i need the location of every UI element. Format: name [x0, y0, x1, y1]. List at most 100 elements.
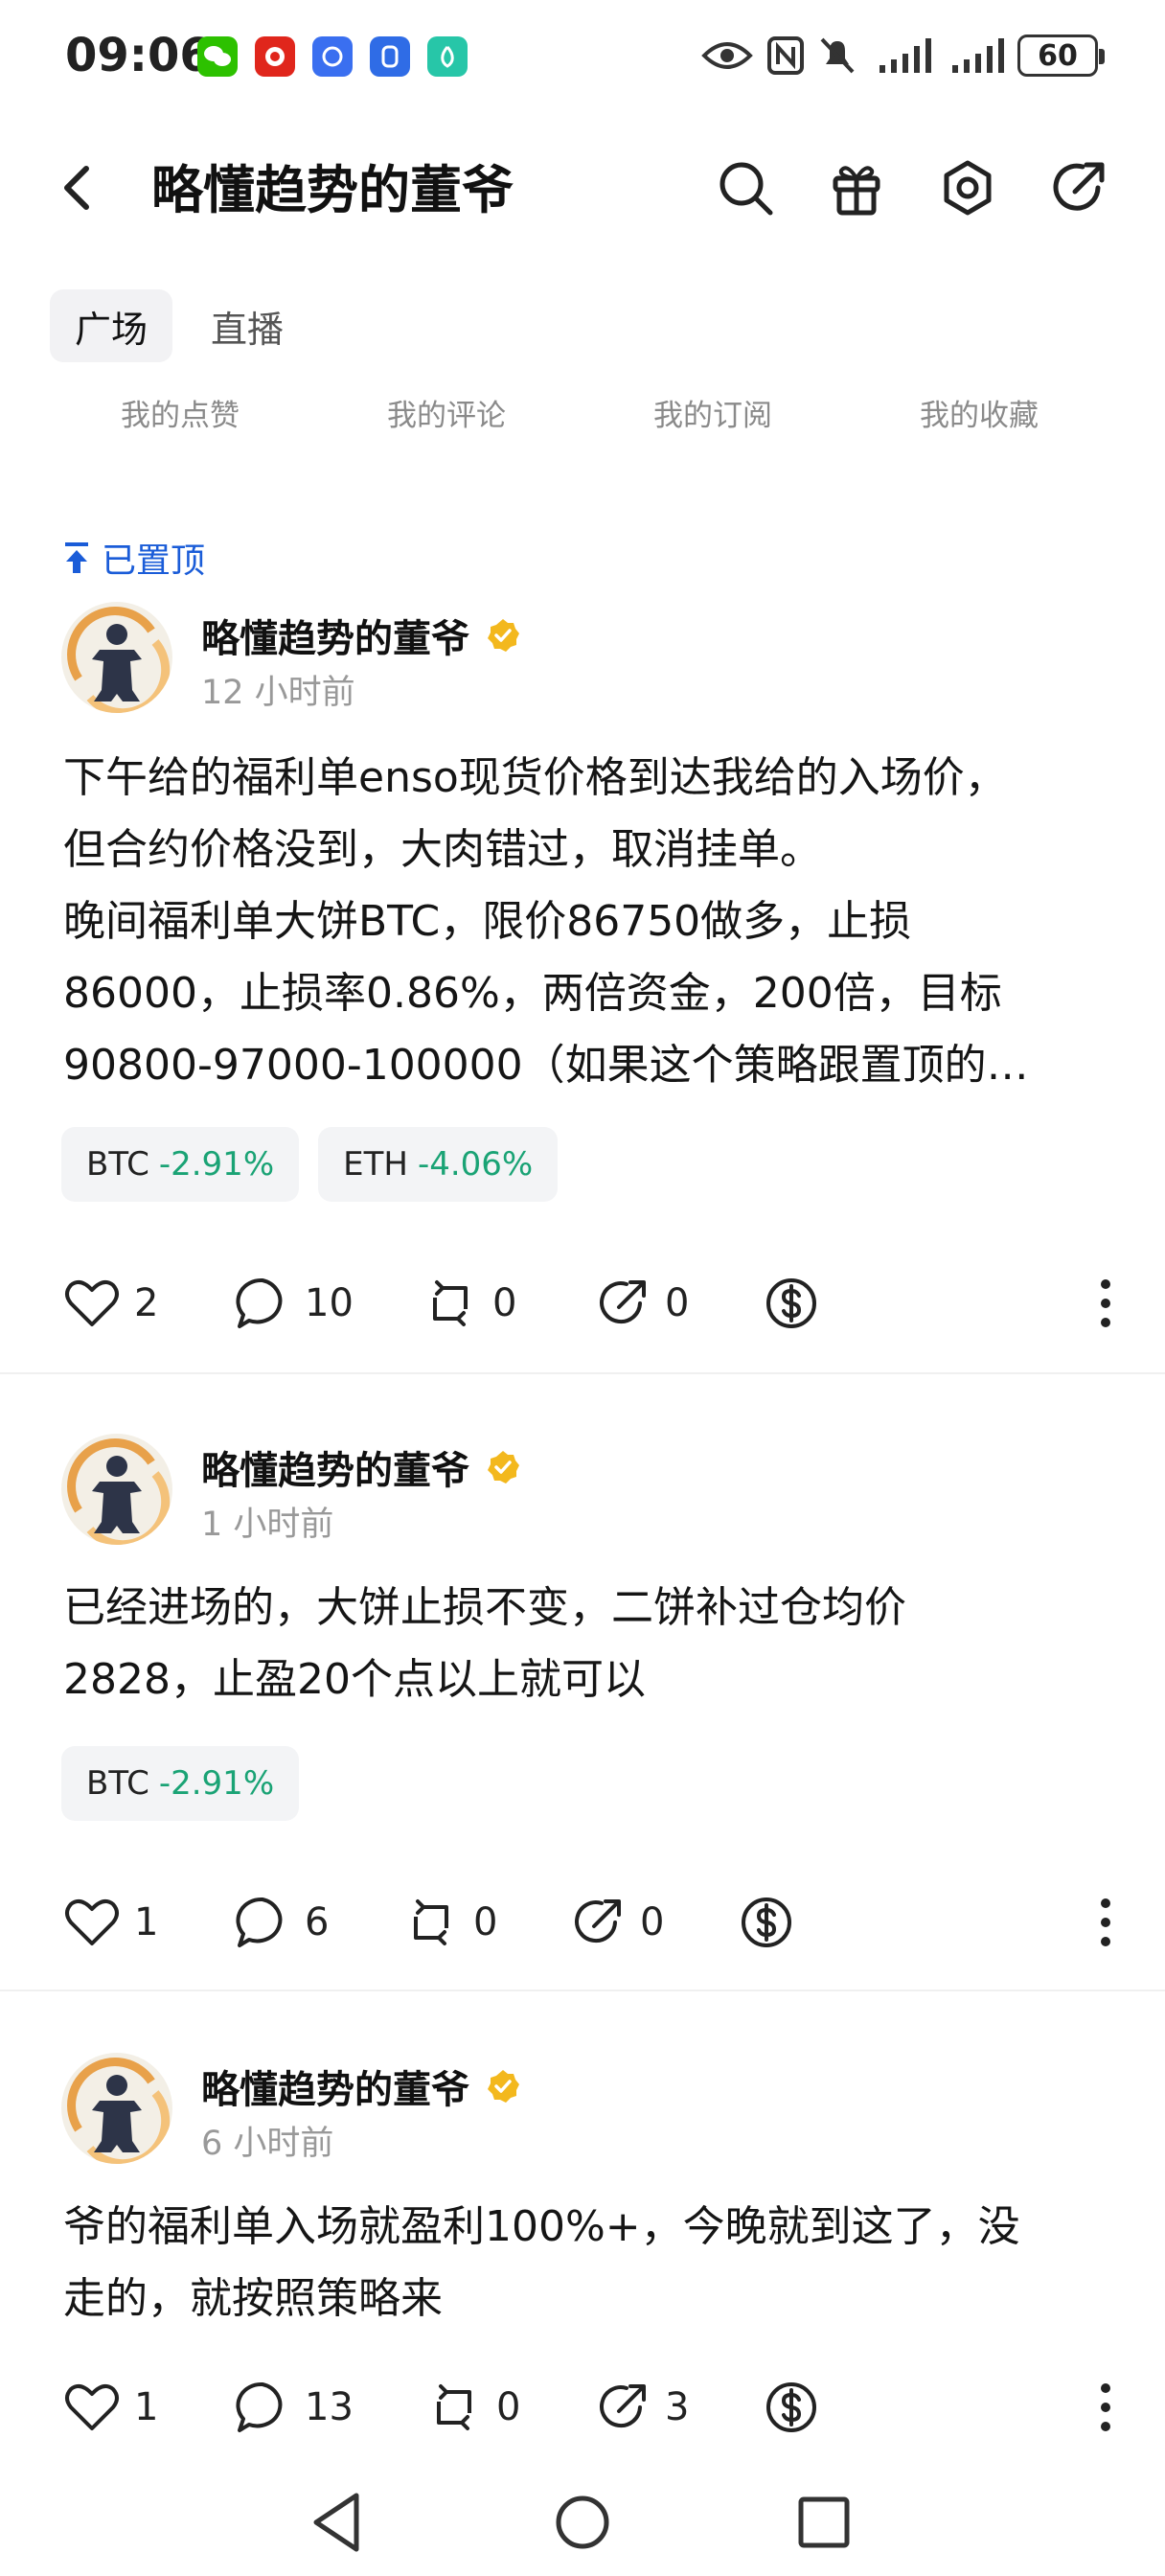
avatar[interactable]: [61, 602, 172, 713]
like-button[interactable]: 1: [63, 1894, 158, 1951]
post-content[interactable]: 爷的福利单入场就盈利100%+，今晚就到这了，没 走的，就按照策略来: [63, 2191, 1108, 2334]
gift-icon[interactable]: [826, 157, 887, 218]
repost-button[interactable]: 0: [402, 1894, 497, 1951]
divider: [0, 1372, 1165, 1374]
coin-tags: BTC -2.91%: [61, 1746, 300, 1821]
nav-home-icon[interactable]: [546, 2486, 619, 2559]
post-card[interactable]: 略懂趋势的董爷 6 小时前 爷的福利单入场就盈利100%+，今晚就到这了，没 走…: [0, 2053, 1165, 2474]
app-lock-icon: [370, 36, 410, 77]
more-icon[interactable]: [1096, 1894, 1115, 1951]
post-content[interactable]: 下午给的福利单enso现货价格到达我给的入场价， 但合约价格没到，大肉错过，取消…: [63, 742, 1108, 1101]
tip-button[interactable]: [738, 1894, 795, 1951]
coin-symbol: BTC: [86, 1145, 149, 1184]
tip-button[interactable]: [763, 1275, 820, 1332]
back-icon[interactable]: [54, 161, 102, 215]
post-content[interactable]: 已经进场的，大饼止损不变，二饼补过仓均价 2828，止盈20个点以上就可以: [63, 1572, 1108, 1715]
content-line: 下午给的福利单enso现货价格到达我给的入场价，: [63, 753, 1007, 802]
content-line: 已经进场的，大饼止损不变，二饼补过仓均价: [63, 1583, 906, 1632]
coin-tag-btc[interactable]: BTC -2.91%: [61, 1746, 300, 1821]
repost-icon: [414, 1899, 448, 1945]
content-line: 86000，止损率0.86%，两倍资金，200倍，目标: [63, 969, 1002, 1018]
nav-recents-icon[interactable]: [788, 2486, 860, 2559]
content-line: 晚间福利单大饼BTC，限价86750做多，止损: [63, 897, 912, 946]
subtab-my-likes[interactable]: 我的点赞: [121, 391, 240, 434]
share-icon[interactable]: [1048, 157, 1109, 218]
share-button[interactable]: 0: [569, 1894, 664, 1951]
repost-count: 0: [496, 2385, 521, 2429]
verified-badge-icon: [488, 1451, 519, 1484]
share-count: 0: [640, 1900, 665, 1944]
post-author[interactable]: 略懂趋势的董爷: [201, 608, 521, 663]
heart-icon: [65, 2383, 119, 2430]
mute-icon: [820, 37, 855, 74]
wechat-icon: [197, 36, 238, 77]
post-author[interactable]: 略懂趋势的董爷: [201, 2058, 521, 2114]
share-icon: [600, 1280, 646, 1324]
post-author[interactable]: 略懂趋势的董爷: [201, 1439, 521, 1495]
verified-badge-icon: [488, 2070, 519, 2103]
tip-button[interactable]: [763, 2379, 820, 2436]
subtab-my-subscriptions[interactable]: 我的订阅: [653, 391, 772, 434]
like-button[interactable]: 2: [63, 1275, 158, 1332]
header: 略懂趋势的董爷: [0, 134, 1165, 240]
nav-back-icon[interactable]: [303, 2486, 376, 2559]
more-icon[interactable]: [1096, 1275, 1115, 1332]
comment-icon: [236, 2381, 283, 2432]
coin-change: -4.06%: [417, 1145, 534, 1184]
status-time: 09:06: [65, 29, 212, 82]
system-nav-bar: [0, 2472, 1165, 2576]
post-actions: 1 13 0 3: [0, 2379, 1165, 2446]
comment-button[interactable]: 10: [234, 1275, 354, 1332]
nfc-icon: [767, 36, 804, 75]
search-icon[interactable]: [715, 157, 776, 218]
pinned-label: 已置顶: [61, 533, 205, 583]
dollar-icon: [766, 2382, 816, 2432]
post-time: 1 小时前: [201, 1506, 334, 1544]
subtab-my-favorites[interactable]: 我的收藏: [920, 391, 1039, 434]
content-line: 爷的福利单入场就盈利100%+，今晚就到这了，没: [63, 2202, 1020, 2251]
divider: [0, 1990, 1165, 1991]
comment-icon: [236, 1897, 283, 1947]
comment-button[interactable]: 6: [234, 1894, 329, 1951]
more-icon[interactable]: [1096, 2379, 1115, 2436]
post-card[interactable]: 略懂趋势的董爷 12 小时前 下午给的福利单enso现货价格到达我给的入场价， …: [0, 602, 1165, 1368]
main-tabs: 广场 直播: [50, 289, 308, 362]
comment-count: 6: [305, 1900, 330, 1944]
share-icon: [575, 1899, 621, 1944]
author-name: 略懂趋势的董爷: [201, 617, 469, 661]
repost-button[interactable]: 0: [422, 1275, 516, 1332]
signal-icon: [952, 38, 1004, 73]
share-button[interactable]: 0: [594, 1275, 689, 1332]
heart-icon: [65, 1279, 119, 1326]
post-card[interactable]: 略懂趋势的董爷 1 小时前 已经进场的，大饼止损不变，二饼补过仓均价 2828，…: [0, 1434, 1165, 1990]
eye-icon: [701, 42, 753, 69]
settings-icon[interactable]: [937, 157, 998, 218]
post-actions: 1 6 0 0: [0, 1894, 1165, 1961]
notification-icons: [197, 36, 468, 77]
comment-button[interactable]: 13: [234, 2379, 354, 2436]
coin-tag-btc[interactable]: BTC -2.91%: [61, 1127, 300, 1202]
signal-icon: [879, 38, 931, 73]
repost-icon: [437, 2384, 471, 2430]
like-count: 1: [134, 2385, 159, 2429]
coin-tag-eth[interactable]: ETH -4.06%: [318, 1127, 559, 1202]
repost-button[interactable]: 0: [425, 2379, 520, 2436]
post-actions: 2 10 0 0: [0, 1275, 1165, 1342]
content-line: 但合约价格没到，大肉错过，取消挂单。: [63, 825, 822, 874]
comment-count: 13: [305, 2385, 354, 2429]
avatar[interactable]: [61, 2053, 172, 2164]
like-count: 1: [134, 1900, 159, 1944]
app-teal-icon: [427, 36, 468, 77]
tab-live[interactable]: 直播: [186, 289, 308, 362]
coin-tags: BTC -2.91% ETH -4.06%: [61, 1127, 559, 1202]
share-count: 3: [665, 2385, 690, 2429]
avatar[interactable]: [61, 1434, 172, 1545]
pinduoduo-icon: [255, 36, 295, 77]
tab-square[interactable]: 广场: [50, 289, 173, 362]
pinned-text: 已置顶: [102, 541, 206, 581]
subtab-my-comments[interactable]: 我的评论: [387, 391, 506, 434]
like-button[interactable]: 1: [63, 2379, 158, 2436]
author-name: 略懂趋势的董爷: [201, 1449, 469, 1493]
share-button[interactable]: 3: [594, 2379, 689, 2436]
heart-icon: [65, 1898, 119, 1945]
